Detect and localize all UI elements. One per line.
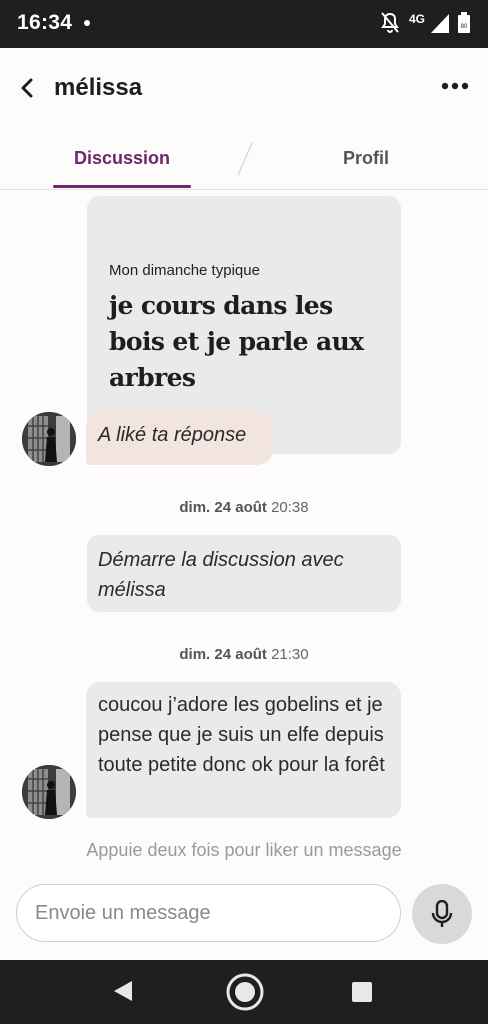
network-type: 4G (409, 12, 426, 26)
contact-name: mélissa (54, 74, 143, 101)
system-nav-bar (0, 960, 488, 1024)
message-timestamp: dim. 24 août 21:30 (0, 646, 488, 663)
incoming-message-bubble[interactable]: coucou j’adore les gobelins et je pense … (86, 682, 401, 818)
nav-recents-icon[interactable] (351, 981, 373, 1003)
battery-icon: 80 (458, 12, 470, 33)
microphone-icon (431, 900, 453, 927)
more-horizontal-icon[interactable] (440, 80, 470, 92)
tab-bar: Discussion Profil (0, 128, 488, 190)
avatar[interactable] (22, 412, 76, 466)
double-tap-hint: Appuie deux fois pour liker un message (86, 840, 402, 860)
battery-level: 80 (461, 24, 468, 30)
notification-dot (84, 20, 90, 26)
tab-divider (237, 142, 253, 176)
nav-home-icon[interactable] (225, 972, 265, 1012)
message-composer[interactable] (16, 884, 401, 942)
avatar[interactable] (22, 765, 76, 819)
mute-icon (381, 12, 399, 33)
timestamp-date: dim. 24 août (179, 646, 267, 663)
message-input[interactable] (35, 898, 385, 928)
prompt-title: Mon dimanche typique (109, 262, 260, 279)
system-message-text: Démarre la discussion avec mélissa (98, 549, 344, 601)
nav-back-icon[interactable] (112, 979, 134, 1003)
active-tab-indicator (53, 185, 191, 188)
message-text: coucou j’adore les gobelins et je pense … (98, 694, 385, 776)
message-timestamp: dim. 24 août 20:38 (0, 499, 488, 516)
timestamp-time: 21:30 (271, 646, 309, 663)
timestamp-time: 20:38 (271, 499, 309, 516)
tab-profil[interactable]: Profil (320, 148, 412, 169)
status-bar: 16:34 4G 80 (0, 0, 488, 48)
timestamp-date: dim. 24 août (179, 499, 267, 516)
like-notice-text: A liké ta réponse (98, 424, 247, 446)
chat-header: mélissa (0, 48, 488, 128)
voice-message-button[interactable] (412, 884, 472, 944)
avatar-photo (22, 412, 76, 466)
status-time: 16:34 (17, 11, 73, 34)
chevron-left-icon[interactable] (16, 76, 40, 100)
avatar-photo (22, 765, 76, 819)
system-message-bubble: Démarre la discussion avec mélissa (87, 535, 401, 612)
prompt-answer: je cours dans les bois et je parle aux a… (109, 291, 364, 392)
tab-discussion[interactable]: Discussion (53, 148, 191, 169)
like-notice-bubble[interactable]: A liké ta réponse (86, 411, 273, 465)
signal-icon (431, 14, 449, 33)
